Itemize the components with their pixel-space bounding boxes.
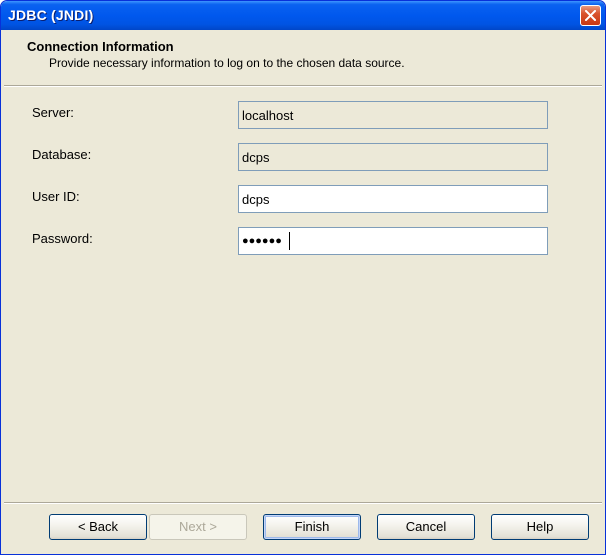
password-field[interactable]: ●●●●●● [238, 227, 548, 255]
back-button[interactable]: < Back [49, 514, 147, 540]
close-icon [585, 10, 596, 21]
user-id-label: User ID: [32, 189, 80, 204]
user-id-field[interactable] [238, 185, 548, 213]
dialog-window: JDBC (JNDI) Connection Information Provi… [0, 0, 606, 555]
server-field[interactable] [238, 101, 548, 129]
user-id-label-text: User ID: [32, 189, 80, 204]
title-bar[interactable]: JDBC (JNDI) [1, 1, 605, 30]
password-label: Password: [32, 231, 93, 246]
server-label: Server: [32, 105, 74, 120]
help-button[interactable]: Help [491, 514, 589, 540]
password-label-text: Password: [32, 231, 93, 246]
header-divider [4, 85, 602, 87]
database-field[interactable] [238, 143, 548, 171]
database-label: Database: [32, 147, 91, 162]
password-mask: ●●●●●● [242, 235, 282, 247]
database-label-text: Database: [32, 147, 92, 162]
finish-button[interactable]: Finish [263, 514, 361, 540]
close-button[interactable] [580, 5, 601, 26]
header-subtitle: Provide necessary information to log on … [49, 56, 405, 70]
text-caret [289, 232, 290, 250]
next-button[interactable]: Next > [149, 514, 247, 540]
window-title: JDBC (JNDI) [8, 7, 94, 23]
cancel-button[interactable]: Cancel [377, 514, 475, 540]
footer-divider [4, 502, 602, 504]
wizard-header: Connection Information Provide necessary… [4, 30, 602, 82]
server-label-text: Server: [32, 105, 74, 120]
header-title: Connection Information [27, 39, 174, 54]
